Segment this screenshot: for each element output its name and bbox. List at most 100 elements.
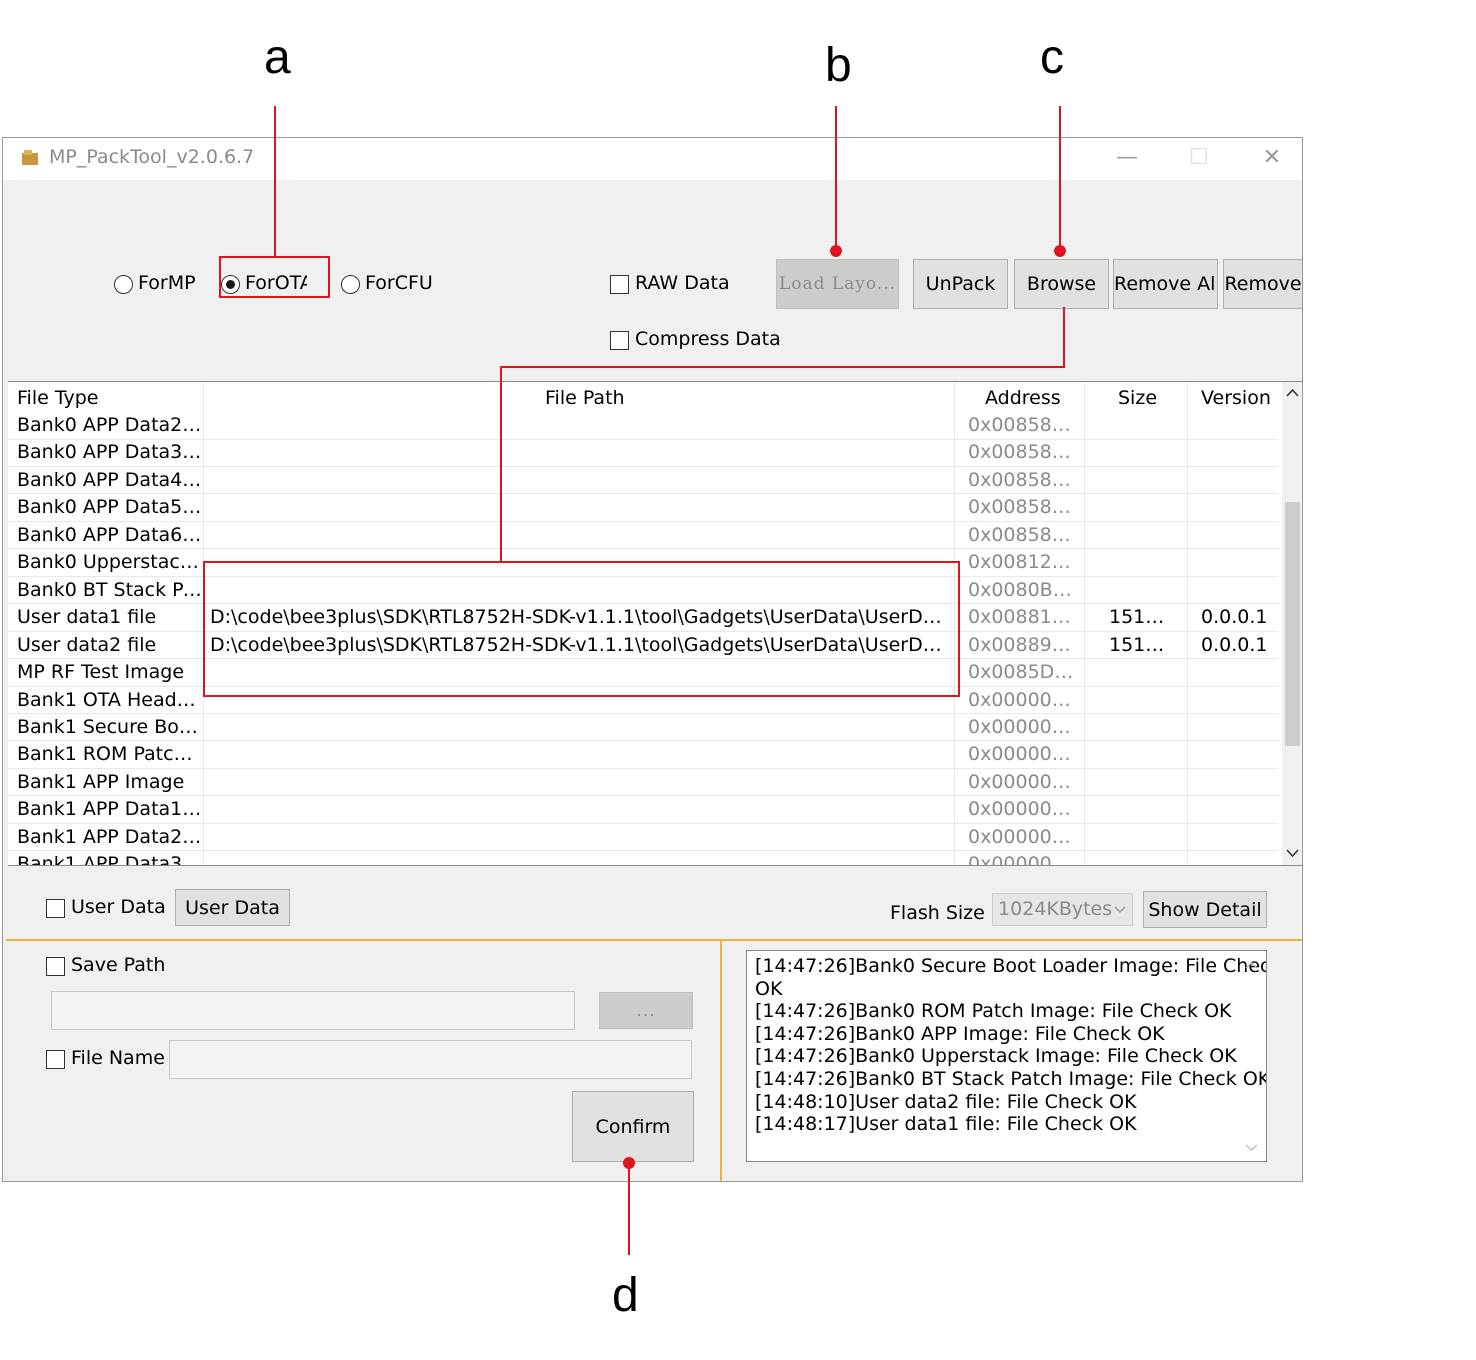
- address-cell: 0x00000000: [968, 825, 1078, 848]
- table-row[interactable]: Bank1 APP Image 0x00000000: [8, 769, 1278, 797]
- log-output[interactable]: [14:47:26]Bank0 Secure Boot Loader Image…: [746, 950, 1267, 1162]
- table-row[interactable]: Bank0 APP Data6 File 0x00858000: [8, 522, 1278, 550]
- address-cell: 0x00858000: [968, 441, 1078, 464]
- chevron-down-icon: [1114, 906, 1126, 913]
- minimize-button[interactable]: —: [1107, 144, 1147, 172]
- version-cell: 0.0.0.1: [1201, 633, 1268, 656]
- header-address[interactable]: Address: [985, 382, 1061, 410]
- section-divider-vertical: [720, 939, 722, 1181]
- compress-data-checkbox[interactable]: [610, 331, 629, 350]
- table-row[interactable]: Bank1 Secure Boot ... 0x00000000: [8, 714, 1278, 742]
- address-cell: 0x00000000: [968, 798, 1078, 821]
- address-cell: 0x00889000: [968, 633, 1078, 656]
- header-file-type[interactable]: File Type: [17, 382, 98, 410]
- log-scroll-up-icon[interactable]: [1245, 961, 1258, 970]
- table-row[interactable]: Bank0 APP Data4 File 0x00858000: [8, 467, 1278, 495]
- table-row[interactable]: Bank1 APP Data2 File 0x00000000: [8, 824, 1278, 852]
- load-layout-button[interactable]: Load Layo...: [776, 259, 899, 309]
- log-line: [14:47:26]Bank0 BT Stack Patch Image: Fi…: [755, 1068, 1267, 1090]
- file-type-cell: Bank1 APP Image: [17, 770, 185, 793]
- file-type-cell: Bank1 ROM Patch I...: [17, 743, 203, 766]
- section-divider: [722, 939, 1302, 941]
- save-path-checkbox[interactable]: [46, 957, 65, 976]
- log-scroll-down-icon[interactable]: [1245, 1143, 1258, 1152]
- table-row[interactable]: Bank0 APP Data3 File 0x00858000: [8, 439, 1278, 467]
- user-data-button[interactable]: User Data: [175, 889, 290, 926]
- annotation-dot-c: [1054, 245, 1066, 257]
- unpack-button[interactable]: UnPack: [913, 259, 1008, 309]
- save-path-input[interactable]: [51, 991, 575, 1030]
- file-type-cell: Bank0 APP Data5 File: [17, 496, 203, 519]
- section-divider: [6, 939, 720, 941]
- annotation-box-c: [203, 561, 960, 697]
- file-type-cell: Bank1 Secure Boot ...: [17, 715, 203, 738]
- user-data-checkbox-label: User Data: [71, 896, 166, 918]
- file-type-cell: Bank0 APP Data4 File: [17, 468, 203, 491]
- table-row[interactable]: Bank0 APP Data2 File 0x00858000: [8, 412, 1278, 440]
- size-cell: 15152: [1109, 606, 1169, 629]
- address-cell: 0x00858000: [968, 523, 1078, 546]
- flash-size-label: Flash Size: [890, 902, 985, 924]
- address-cell: 0x00858000: [968, 414, 1078, 436]
- confirm-button[interactable]: Confirm: [572, 1091, 694, 1162]
- remove-button[interactable]: Remove: [1223, 259, 1302, 309]
- annotation-line-a: [274, 106, 276, 256]
- file-name-label: File Name: [71, 1047, 165, 1069]
- file-type-cell: Bank1 APP Data3 File: [17, 853, 203, 866]
- radio-forcfu[interactable]: [341, 275, 360, 294]
- annotation-label-d: d: [612, 1269, 639, 1322]
- table-row[interactable]: Bank1 ROM Patch I... 0x00000000: [8, 741, 1278, 769]
- address-cell: 0x00000000: [968, 743, 1078, 766]
- flash-size-select[interactable]: 1024KBytes: [992, 893, 1133, 926]
- annotation-line-b: [835, 106, 837, 250]
- log-line: OK: [755, 977, 783, 1000]
- header-size[interactable]: Size: [1118, 382, 1157, 410]
- address-cell: 0x00000000: [968, 688, 1078, 711]
- annotation-connector-c: [1063, 307, 1065, 368]
- annotation-line-c: [1059, 106, 1061, 250]
- file-type-cell: User data2 file: [17, 633, 157, 656]
- table-scrollbar[interactable]: [1282, 382, 1302, 865]
- file-type-cell: Bank1 APP Data2 File: [17, 825, 203, 848]
- address-cell: 0x0085D000: [968, 661, 1078, 684]
- header-version[interactable]: Version: [1201, 382, 1271, 410]
- save-path-browse-button[interactable]: ...: [599, 992, 693, 1029]
- raw-data-checkbox[interactable]: [610, 275, 629, 294]
- file-type-cell: Bank1 APP Data1 File: [17, 798, 203, 821]
- radio-formp-label: ForMP: [138, 272, 196, 294]
- remove-all-button[interactable]: Remove All: [1113, 259, 1218, 309]
- user-data-checkbox[interactable]: [46, 899, 65, 918]
- file-type-cell: Bank0 APP Data6 File: [17, 523, 203, 546]
- table-row[interactable]: Bank0 APP Data5 File 0x00858000: [8, 494, 1278, 522]
- log-line: [14:47:26]Bank0 Secure Boot Loader Image…: [755, 955, 1267, 977]
- annotation-connector-c: [500, 366, 1065, 368]
- scroll-down-icon[interactable]: [1286, 848, 1299, 858]
- maximize-button[interactable]: ☐: [1179, 144, 1219, 172]
- show-detail-button[interactable]: Show Detail: [1143, 891, 1267, 928]
- save-path-label: Save Path: [71, 954, 166, 976]
- file-type-cell: Bank0 BT Stack Pat...: [17, 578, 203, 601]
- log-line: [14:47:26]Bank0 ROM Patch Image: File Ch…: [755, 1000, 1232, 1023]
- log-line: [14:48:17]User data1 file: File Check OK: [755, 1113, 1137, 1136]
- address-cell: 0x00000000: [968, 770, 1078, 793]
- annotation-dot-b: [830, 245, 842, 257]
- window-title: MP_PackTool_v2.0.6.7: [49, 146, 255, 168]
- version-cell: 0.0.0.1: [1201, 606, 1268, 629]
- scroll-up-icon[interactable]: [1286, 388, 1299, 398]
- file-type-cell: Bank0 Upperstack I...: [17, 551, 203, 574]
- file-type-cell: Bank0 APP Data3 File: [17, 441, 203, 464]
- table-row[interactable]: Bank1 APP Data3 File 0x00000000: [8, 851, 1278, 866]
- close-button[interactable]: ✕: [1252, 144, 1292, 172]
- table-scrollbar-thumb[interactable]: [1285, 502, 1300, 746]
- header-file-path[interactable]: File Path: [545, 382, 625, 410]
- file-name-checkbox[interactable]: [46, 1050, 65, 1069]
- browse-button[interactable]: Browse: [1014, 259, 1109, 309]
- file-name-input[interactable]: [169, 1040, 692, 1079]
- annotation-box-a: [219, 256, 330, 298]
- file-type-cell: MP RF Test Image: [17, 661, 185, 684]
- address-cell: 0x00858000: [968, 468, 1078, 491]
- table-row[interactable]: Bank1 APP Data1 File 0x00000000: [8, 796, 1278, 824]
- radio-formp[interactable]: [114, 275, 133, 294]
- address-cell: 0x00812000: [968, 551, 1078, 574]
- log-line: [14:47:26]Bank0 Upperstack Image: File C…: [755, 1045, 1237, 1068]
